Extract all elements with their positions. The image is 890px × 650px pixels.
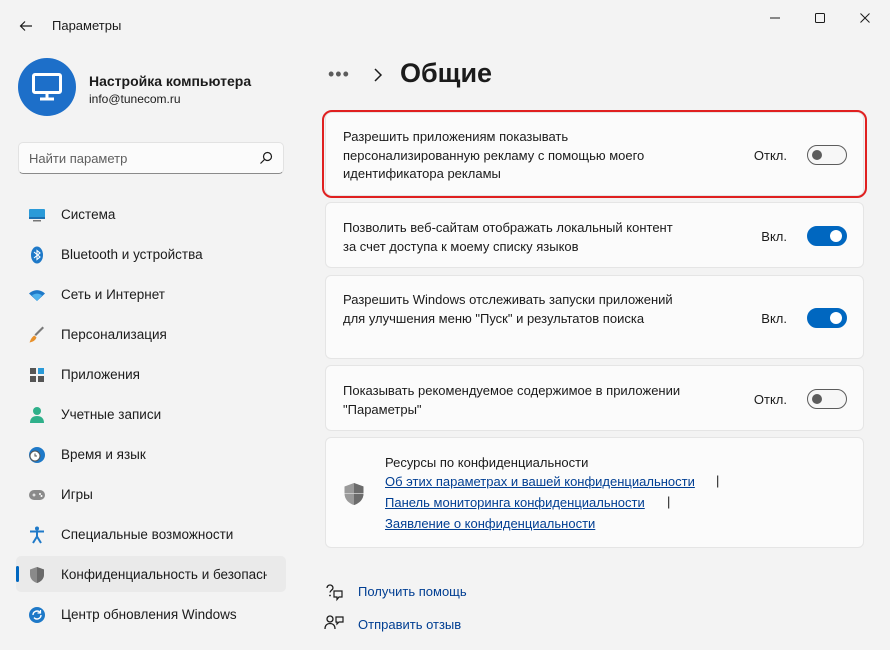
get-help-link[interactable]: Получить помощь [358,584,467,599]
apps-icon [28,366,46,384]
minimize-button[interactable] [752,6,798,30]
back-arrow-icon [19,21,32,31]
maximize-icon [815,13,825,23]
setting-card-app-launch-tracking: Разрешить Windows отслеживать запуски пр… [325,275,864,359]
sidebar-item-accounts[interactable]: Учетные записи [16,396,286,432]
avatar[interactable] [18,58,76,116]
sidebar-nav: Система Bluetooth и устройства Сеть и Ин… [16,196,286,636]
title-bar: Параметры [0,0,890,48]
language-list-toggle[interactable] [807,226,847,246]
setting-description: Показывать рекомендуемое содержимое в пр… [343,383,681,417]
sidebar-item-label: Время и язык [61,447,146,462]
update-icon [28,606,46,624]
highlight-frame [322,110,867,198]
toggle-knob [812,394,822,404]
account-icon [28,406,46,424]
back-button[interactable] [12,12,40,40]
sidebar-item-label: Конфиденциальность и безопасность [61,567,267,582]
toggle-state-label: Вкл. [761,229,787,244]
setting-description: Позволить веб-сайтам отображать локальны… [343,220,673,254]
chevron-right-icon [374,68,383,82]
search-input[interactable] [19,143,255,173]
sidebar-item-label: Bluetooth и устройства [61,247,203,262]
gamepad-icon [28,486,46,504]
sidebar-item-network[interactable]: Сеть и Интернет [16,276,286,312]
toggle-knob [830,312,842,324]
profile-name: Настройка компьютера [89,73,252,89]
sidebar-item-accessibility[interactable]: Специальные возможности [16,516,286,552]
sidebar-item-bluetooth[interactable]: Bluetooth и устройства [16,236,286,272]
profile-email: info@tunecom.ru [89,92,181,106]
suggested-content-toggle[interactable] [807,389,847,409]
brush-icon [28,326,46,344]
privacy-statement-link[interactable]: Заявление о конфиденциальности [385,516,595,531]
close-button[interactable] [842,6,888,30]
sidebar-item-windows-update[interactable]: Центр обновления Windows [16,596,286,632]
breadcrumb-more-button[interactable]: ••• [328,64,350,85]
close-icon [860,13,870,23]
feedback-icon [324,615,344,630]
link-separator: | [716,473,720,488]
privacy-resources-title: Ресурсы по конфиденциальности [385,455,589,470]
privacy-dashboard-link[interactable]: Панель мониторинга конфиденциальности [385,495,645,510]
toggle-state-label: Откл. [753,392,787,407]
setting-description: Разрешить Windows отслеживать запуски пр… [343,292,673,326]
maximize-button[interactable] [797,6,843,30]
sidebar-item-label: Приложения [61,367,140,382]
sidebar-item-label: Центр обновления Windows [61,607,237,622]
sidebar-item-label: Специальные возможности [61,527,234,542]
help-icon [326,584,343,602]
accessibility-icon [28,526,46,544]
page-title: Общие [400,58,493,88]
search-icon[interactable] [259,151,273,165]
sidebar-item-label: Учетные записи [61,407,162,422]
sidebar-item-label: Сеть и Интернет [61,287,165,302]
sidebar-item-time-language[interactable]: Время и язык [16,436,286,472]
app-title: Параметры [52,18,122,33]
minimize-icon [770,17,780,19]
shield-icon [344,483,364,505]
sidebar-item-privacy[interactable]: Конфиденциальность и безопасность [16,556,286,592]
sidebar-item-label: Персонализация [61,327,167,342]
privacy-resources-card: Ресурсы по конфиденциальности Об этих па… [325,437,864,548]
system-icon [28,206,46,224]
bluetooth-icon [28,246,46,264]
app-launch-tracking-toggle[interactable] [807,308,847,328]
sidebar-item-system[interactable]: Система [16,196,286,232]
toggle-knob [830,230,842,242]
wifi-icon [28,286,46,304]
sidebar-item-gaming[interactable]: Игры [16,476,286,512]
clock-globe-icon [28,446,46,464]
toggle-state-label: Вкл. [761,311,787,326]
setting-card-language-list: Позволить веб-сайтам отображать локальны… [325,202,864,268]
link-separator: | [667,494,671,509]
monitor-icon [32,73,62,101]
send-feedback-link[interactable]: Отправить отзыв [358,617,461,632]
sidebar-item-label: Игры [61,487,93,502]
sidebar-item-label: Система [61,207,116,222]
sidebar-item-personalization[interactable]: Персонализация [16,316,286,352]
shield-icon [28,566,46,584]
about-settings-link[interactable]: Об этих параметрах и вашей конфиденциаль… [385,474,695,489]
search-box [18,142,284,174]
sidebar-item-apps[interactable]: Приложения [16,356,286,392]
setting-card-suggested-content: Показывать рекомендуемое содержимое в пр… [325,365,864,431]
